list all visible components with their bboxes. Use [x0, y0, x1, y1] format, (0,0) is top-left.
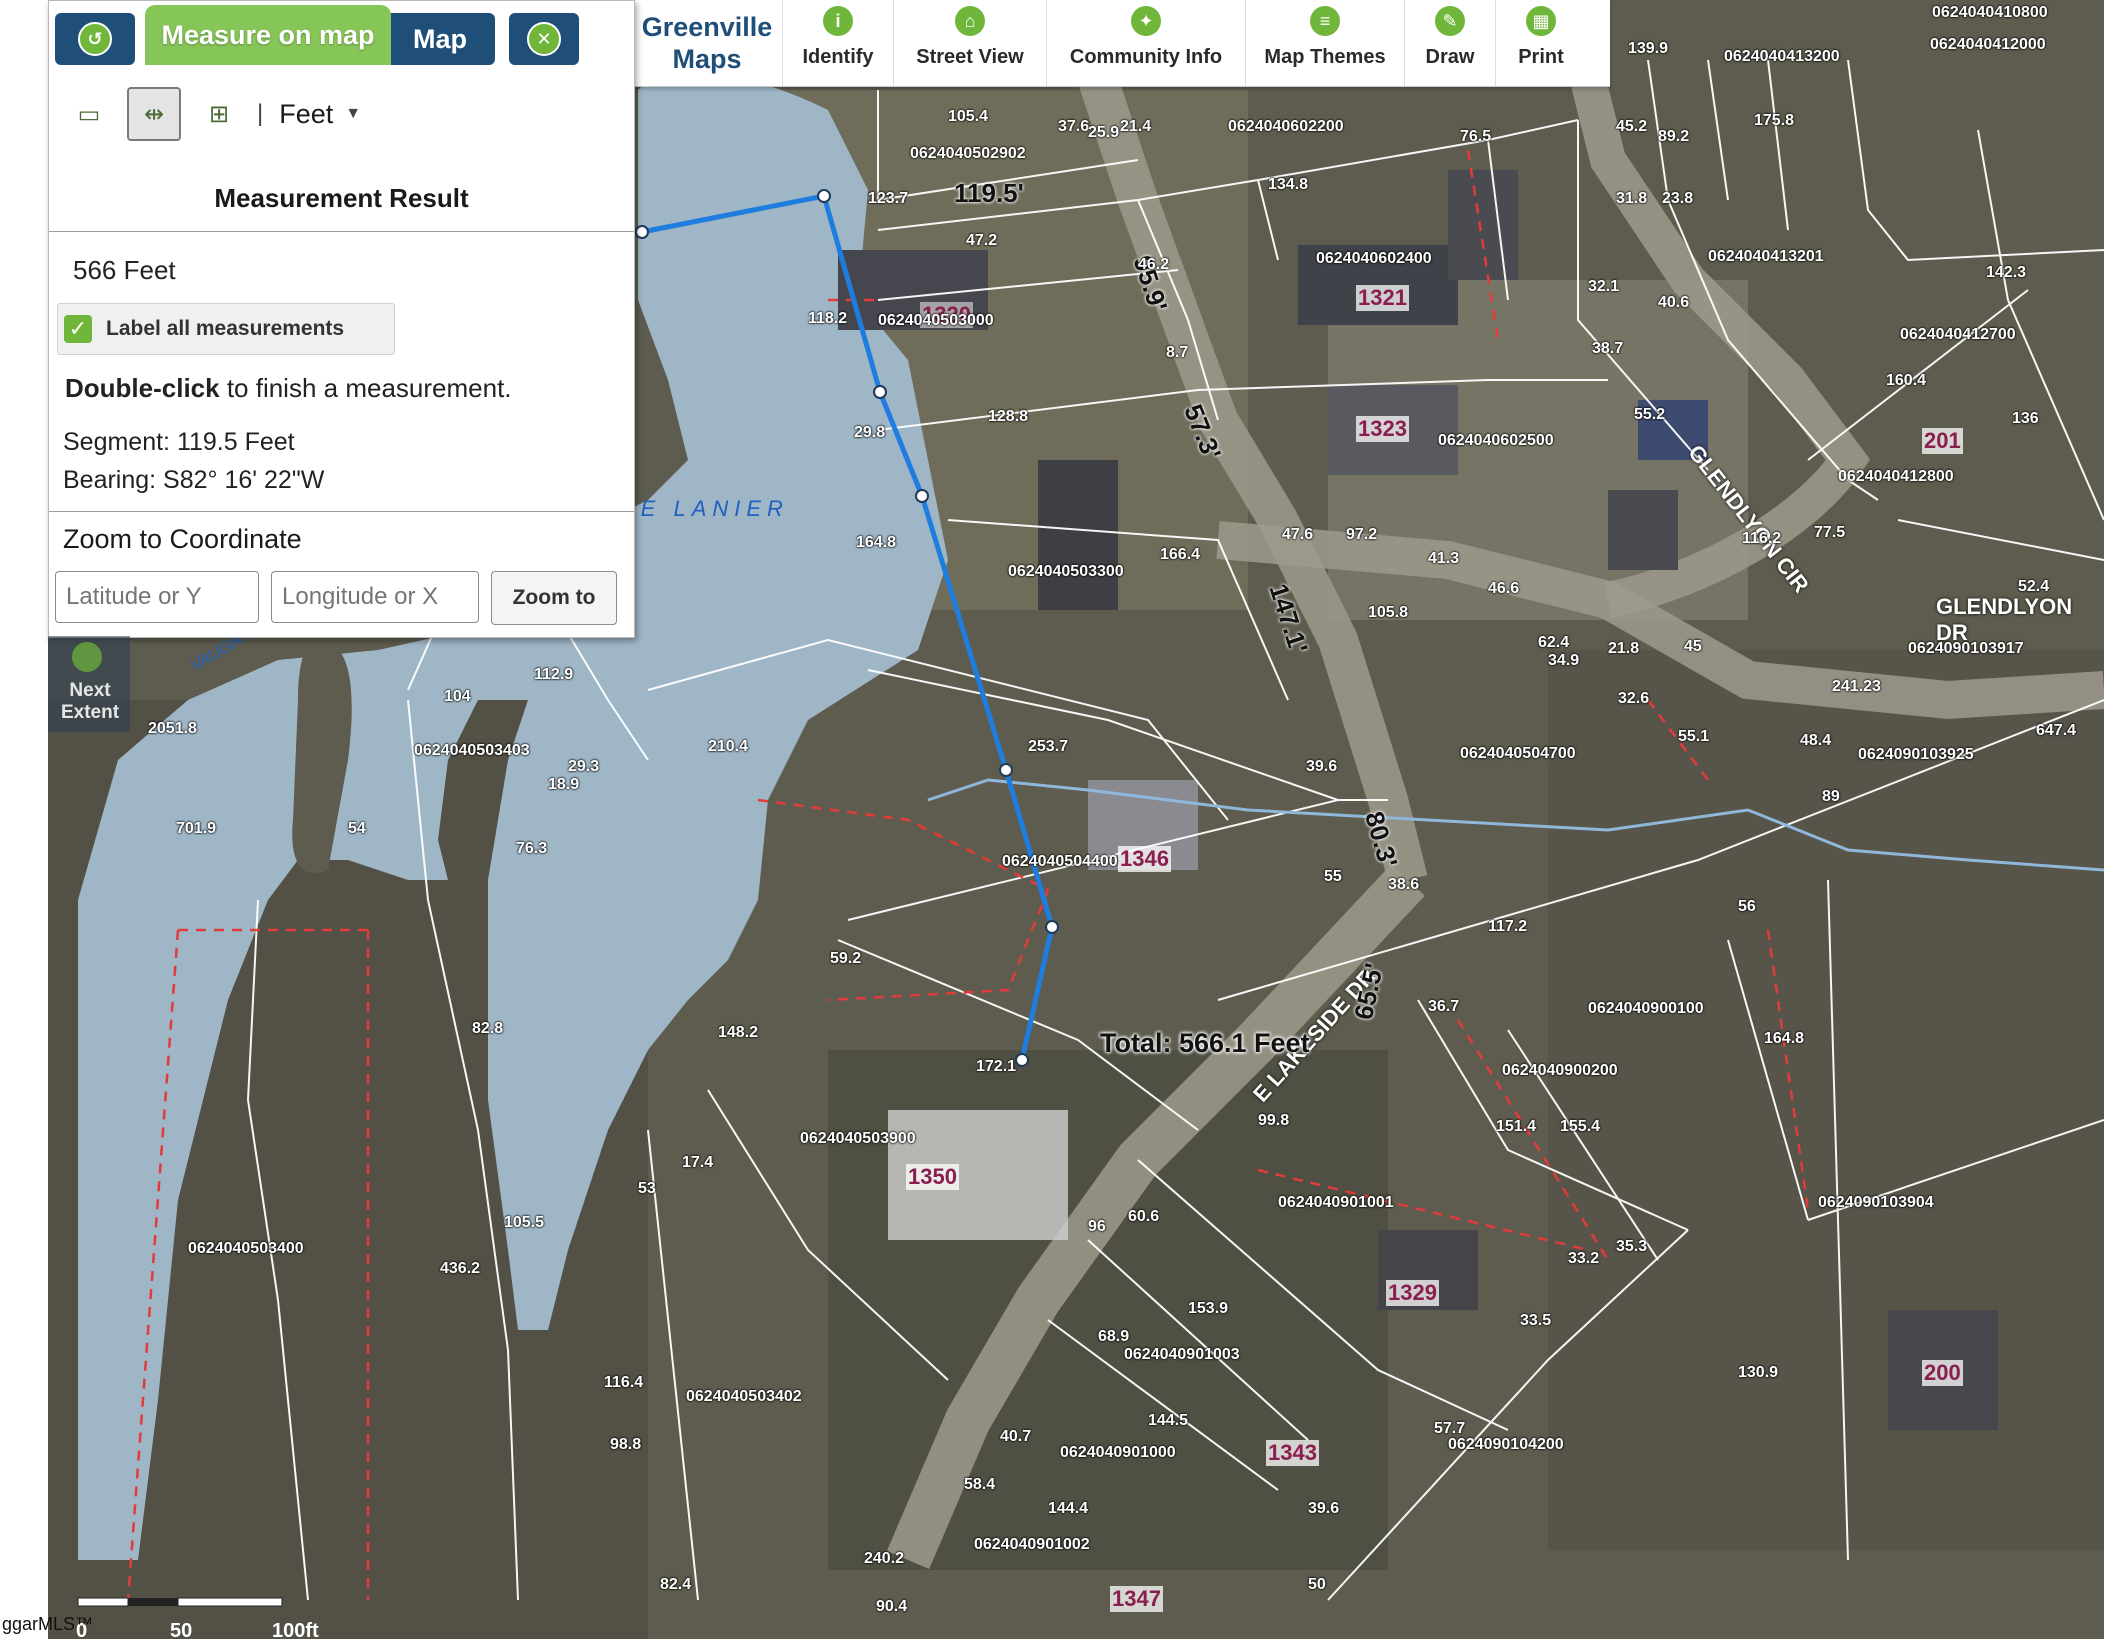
- mls-watermark: ggarMLS™: [2, 1614, 94, 1634]
- toolbar-label: Draw: [1425, 46, 1475, 68]
- info-icon: i: [823, 6, 853, 36]
- segment-length: Segment: 119.5 Feet: [63, 428, 295, 456]
- divider: [49, 231, 634, 232]
- units-dropdown[interactable]: Feet ▼: [279, 99, 361, 130]
- zoom-to-button[interactable]: Zoom to: [491, 571, 617, 625]
- toolbar-label: Print: [1518, 46, 1564, 68]
- measurement-value: 566 Feet: [73, 255, 176, 285]
- units-value: Feet: [279, 98, 334, 129]
- longitude-input[interactable]: [271, 571, 479, 623]
- toolbar-label: Street View: [916, 46, 1024, 68]
- toolbar-label: Community Info: [1069, 46, 1223, 68]
- divider: [49, 511, 634, 512]
- scale-label-50: 50: [170, 1620, 193, 1642]
- close-panel-button[interactable]: ✕: [509, 13, 579, 65]
- hint-rest: to finish a measurement.: [219, 373, 512, 403]
- segment-info: Segment: 119.5 Feet Bearing: S82° 16' 22…: [63, 423, 324, 499]
- themes-icon: ≡: [1310, 6, 1340, 36]
- tray-divider: |: [257, 100, 264, 127]
- tab-measure-on-map[interactable]: Measure on map: [145, 5, 391, 65]
- print-icon: ▦: [1526, 6, 1556, 36]
- next-extent-icon: [72, 642, 102, 672]
- next-extent-label: Next Extent: [60, 680, 120, 723]
- toolbar-label: Map Themes: [1264, 46, 1386, 68]
- next-extent-button[interactable]: Next Extent: [48, 636, 130, 732]
- toolbar-map-themes[interactable]: ≡ Map Themes: [1246, 0, 1405, 86]
- measure-location-tool[interactable]: ⊞: [197, 92, 241, 136]
- segment-bearing: Bearing: S82° 16' 22"W: [63, 466, 325, 494]
- hint-bold: Double-click: [65, 373, 220, 403]
- toolbar-street-view[interactable]: ⌂ Street View: [894, 0, 1047, 86]
- zoom-to-label: Zoom to: [512, 586, 596, 609]
- toolbar-community-info[interactable]: ✦ Community Info: [1047, 0, 1246, 86]
- pencil-icon: ✎: [1435, 6, 1465, 36]
- latitude-input[interactable]: [55, 571, 259, 623]
- main-toolbar: Greenville Maps i Identify ⌂ Street View…: [632, 0, 1610, 87]
- measure-hint: Double-click to finish a measurement.: [65, 373, 512, 404]
- toolbar-draw[interactable]: ✎ Draw: [1405, 0, 1496, 86]
- ruler-icon: ⇹: [143, 100, 165, 128]
- label-all-text: Label all measurements: [106, 317, 345, 340]
- community-icon: ✦: [1131, 6, 1161, 36]
- brand-line-2: Maps: [672, 44, 742, 74]
- tab-measure-label: Measure on map: [161, 19, 375, 50]
- caret-down-icon: ▼: [345, 105, 362, 122]
- measurement-result-title: Measurement Result: [214, 183, 469, 213]
- close-icon: ✕: [527, 22, 561, 56]
- zoom-to-coordinate-title: Zoom to Coordinate: [63, 524, 302, 554]
- scale-label-100: 100ft: [272, 1620, 319, 1642]
- check-icon: ✓: [64, 315, 92, 343]
- measure-area-tool[interactable]: ▭: [67, 92, 111, 136]
- back-button[interactable]: ↺: [55, 13, 135, 65]
- measure-tools: ▭ ⇹ ⊞ | Feet ▼: [67, 87, 361, 141]
- location-icon: ⊞: [208, 100, 230, 128]
- street-view-icon: ⌂: [955, 6, 985, 36]
- brand-logo[interactable]: Greenville Maps: [632, 0, 783, 86]
- panel-tabs: ↺ Map Measure on map ✕: [55, 5, 627, 67]
- brand-line-1: Greenville: [641, 12, 773, 42]
- toolbar-label: Identify: [802, 46, 874, 68]
- area-icon: ▭: [77, 100, 101, 128]
- toolbar-print[interactable]: ▦ Print: [1496, 0, 1586, 86]
- measure-panel: ↺ Map Measure on map ✕ ▭ ⇹ ⊞ | Feet ▼ Me…: [48, 0, 635, 638]
- back-arrow-icon: ↺: [78, 22, 112, 56]
- toolbar-identify[interactable]: i Identify: [783, 0, 894, 86]
- label-all-checkbox[interactable]: ✓ Label all measurements: [57, 303, 395, 355]
- tab-map-label: Map: [413, 23, 467, 54]
- measure-distance-tool[interactable]: ⇹: [127, 87, 181, 141]
